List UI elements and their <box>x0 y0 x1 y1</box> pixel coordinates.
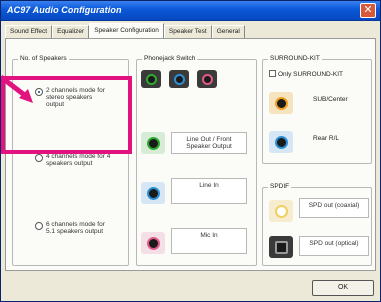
tab-bar: Sound Effect Equalizer Speaker Configura… <box>5 23 245 39</box>
surround-kit-group: SURROUND-KIT Only SURROUND-KIT SUB/Cente… <box>262 55 372 164</box>
tab-general[interactable]: General <box>211 25 245 39</box>
tab-speaker-configuration[interactable]: Speaker Configuration <box>89 23 164 39</box>
speakers-group-label: No. of Speakers <box>18 55 69 62</box>
mic-in-label: Mic In <box>171 228 247 254</box>
checkbox-box[interactable] <box>269 70 276 77</box>
radio-4-channel[interactable]: 4 channels mode for 4 speakers output <box>35 153 110 167</box>
sub-center-label: SUB/Center <box>313 96 348 103</box>
spdif-coaxial-icon <box>269 200 293 222</box>
line-in-jack-icon <box>141 182 165 204</box>
sub-center-jack-icon <box>269 92 293 114</box>
jack-blue-icon[interactable] <box>169 70 189 88</box>
rear-rl-jack-icon <box>269 131 293 153</box>
tab-sound-effect[interactable]: Sound Effect <box>5 25 53 39</box>
surround-kit-group-label: SURROUND-KIT <box>268 55 322 62</box>
ok-button[interactable]: OK <box>312 280 374 296</box>
spdif-group: SPDIF SPD out (coaxial) SPD out (optical… <box>262 183 372 266</box>
line-out-jack-icon <box>141 132 165 154</box>
mic-in-jack-icon <box>141 232 165 254</box>
spdif-optical-icon <box>269 236 293 258</box>
jack-green-icon[interactable] <box>141 70 161 88</box>
phonejack-group: Phonejack Switch Line Out / Front Speake… <box>136 55 257 266</box>
title-bar[interactable]: AC97 Audio Configuration ✕ <box>1 1 380 21</box>
only-surround-kit-checkbox[interactable]: Only SURROUND-KIT <box>269 70 343 78</box>
tab-equalizer[interactable]: Equalizer <box>52 25 90 39</box>
jack-pink-icon[interactable] <box>197 70 217 88</box>
spdif-group-label: SPDIF <box>268 183 292 190</box>
window-title: AC97 Audio Configuration <box>7 5 122 15</box>
rear-rl-label: Rear R/L <box>313 135 340 142</box>
radio-6-channel[interactable]: 6 channels mode for 5.1 speakers output <box>35 221 105 235</box>
line-in-label: Line In <box>171 178 247 204</box>
radio-label: 6 channels mode for 5.1 speakers output <box>46 221 105 235</box>
radio-label: 4 channels mode for 4 speakers output <box>46 153 111 167</box>
phonejack-group-label: Phonejack Switch <box>142 55 198 62</box>
tab-panel: No. of Speakers 2 channels mode for ster… <box>5 38 376 271</box>
spdif-optical-label: SPD out (optical) <box>299 236 369 256</box>
line-out-label: Line Out / Front Speaker Output <box>171 132 247 154</box>
pointer-arrow-icon <box>1 75 33 103</box>
spdif-coaxial-label: SPD out (coaxial) <box>299 198 369 218</box>
audio-config-window: AC97 Audio Configuration ✕ Sound Effect … <box>0 0 381 302</box>
radio-button[interactable] <box>35 154 43 162</box>
close-button[interactable]: ✕ <box>360 3 376 18</box>
tab-speaker-test[interactable]: Speaker Test <box>163 25 212 39</box>
radio-button[interactable] <box>35 222 43 230</box>
